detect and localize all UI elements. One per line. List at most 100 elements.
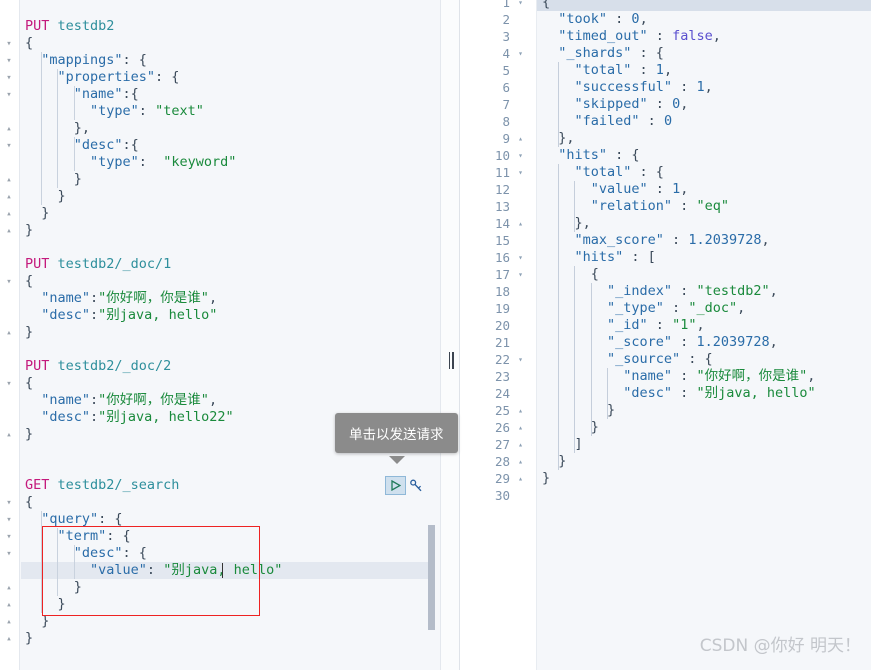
fold-open-icon[interactable]: ▾ — [515, 0, 526, 11]
request-code-line[interactable]: } — [25, 579, 82, 596]
request-code-line[interactable]: } — [25, 171, 82, 188]
response-code-line[interactable]: { — [542, 266, 599, 283]
response-code-line[interactable]: "name" : "你好啊，你是谁", — [542, 368, 815, 385]
fold-close-icon[interactable]: ▴ — [515, 419, 526, 436]
fold-close-icon[interactable]: ▴ — [3, 191, 15, 203]
request-editor-pane[interactable]: ▾ ▾ ▾ ▾ ▴ ▾ ▴ ▴ ▴ ▴ ▾ ▴ ▾ ▴ ▾ ▾ ▾ ▾ ▴ ▴ ▴ ▴ PUT testdb2{ "map… — [0, 0, 440, 670]
fold-close-icon[interactable]: ▴ — [3, 123, 15, 135]
request-code-line[interactable]: "desc":"别java, hello22" — [25, 409, 233, 426]
response-code-line[interactable]: "value" : 1, — [542, 181, 689, 198]
fold-open-icon[interactable]: ▾ — [3, 531, 15, 543]
fold-open-icon[interactable]: ▾ — [3, 89, 15, 101]
response-code-line[interactable]: { — [542, 0, 550, 11]
response-code-line[interactable]: "_source" : { — [542, 351, 713, 368]
request-code-line[interactable]: { — [25, 273, 33, 290]
request-code-line[interactable]: { — [25, 35, 33, 52]
fold-close-icon[interactable]: ▴ — [3, 225, 15, 237]
response-code-line[interactable]: "successful" : 1, — [542, 79, 713, 96]
fold-open-icon[interactable]: ▾ — [3, 378, 15, 390]
fold-close-icon[interactable]: ▴ — [3, 429, 15, 441]
response-code-area[interactable]: { "took" : 0, "timed_out" : false, "_sha… — [538, 0, 871, 670]
response-code-line[interactable]: }, — [542, 215, 591, 232]
fold-close-icon[interactable]: ▴ — [3, 327, 15, 339]
fold-open-icon[interactable]: ▾ — [3, 140, 15, 152]
response-code-line[interactable]: "timed_out" : false, — [542, 28, 721, 45]
request-editor-code-area[interactable]: PUT testdb2{ "mappings": { "properties":… — [21, 0, 430, 670]
request-settings-button[interactable] — [408, 477, 424, 495]
response-code-line[interactable]: "total" : 1, — [542, 62, 673, 79]
request-code-line[interactable]: PUT testdb2/_doc/1 — [25, 256, 171, 273]
response-code-line[interactable]: "_type" : "_doc", — [542, 300, 745, 317]
fold-open-icon[interactable]: ▾ — [3, 55, 15, 67]
response-code-line[interactable]: } — [542, 419, 599, 436]
request-code-line[interactable]: } — [25, 222, 33, 239]
request-code-line[interactable]: "term": { — [25, 528, 131, 545]
request-code-line[interactable]: "desc":{ — [25, 137, 139, 154]
response-code-line[interactable]: "took" : 0, — [542, 11, 647, 28]
request-code-line[interactable]: "mappings": { — [25, 52, 147, 69]
request-code-line[interactable]: } — [25, 426, 33, 443]
request-code-line[interactable]: "desc":"别java, hello" — [25, 307, 217, 324]
request-editor-scrollbar-thumb[interactable] — [428, 525, 435, 630]
request-code-line[interactable]: "name":{ — [25, 86, 139, 103]
response-code-line[interactable]: "hits" : { — [542, 147, 639, 164]
fold-open-icon[interactable]: ▾ — [3, 548, 15, 560]
fold-close-icon[interactable]: ▴ — [515, 453, 526, 470]
fold-close-icon[interactable]: ▴ — [3, 174, 15, 186]
fold-open-icon[interactable]: ▾ — [3, 72, 15, 84]
request-editor-scrollbar[interactable] — [428, 470, 437, 670]
fold-open-icon[interactable]: ▾ — [3, 38, 15, 50]
response-code-line[interactable]: "_shards" : { — [542, 45, 664, 62]
request-code-line[interactable]: "query": { — [25, 511, 122, 528]
send-request-button[interactable] — [385, 476, 406, 495]
fold-close-icon[interactable]: ▴ — [515, 130, 526, 147]
pane-splitter[interactable] — [440, 0, 460, 670]
request-code-line[interactable]: { — [25, 375, 33, 392]
request-code-line[interactable]: } — [25, 596, 66, 613]
request-code-line[interactable]: PUT testdb2/_doc/2 — [25, 358, 171, 375]
splitter-grip-icon[interactable] — [448, 352, 454, 369]
response-code-line[interactable]: }, — [542, 130, 574, 147]
fold-open-icon[interactable]: ▾ — [3, 276, 15, 288]
request-code-line[interactable]: } — [25, 613, 49, 630]
response-code-line[interactable]: "relation" : "eq" — [542, 198, 729, 215]
request-code-line[interactable]: "value": "别java, hello" — [25, 562, 282, 579]
response-code-line[interactable]: "max_score" : 1.2039728, — [542, 232, 770, 249]
response-viewer-pane[interactable]: 1 ▾ 2 3 4 ▾ 5 6 7 8 9 ▴ 10 ▾ 11 ▾ 12 13 14 ▴ 15 16 ▾ 17 ▾ 18 19 20 2… — [461, 0, 871, 670]
request-code-line[interactable]: "type": "text" — [25, 103, 204, 120]
request-code-line[interactable]: "desc": { — [25, 545, 147, 562]
request-code-line[interactable]: }, — [25, 120, 90, 137]
request-code-line[interactable]: } — [25, 630, 33, 647]
fold-open-icon[interactable]: ▾ — [515, 249, 526, 266]
response-code-line[interactable]: "skipped" : 0, — [542, 96, 689, 113]
fold-close-icon[interactable]: ▴ — [515, 402, 526, 419]
fold-close-icon[interactable]: ▴ — [3, 616, 15, 628]
response-code-line[interactable]: } — [542, 402, 615, 419]
response-line-number-gutter[interactable]: 1 ▾ 2 3 4 ▾ 5 6 7 8 9 ▴ 10 ▾ 11 ▾ 12 13 14 ▴ 15 16 ▾ 17 ▾ 18 19 20 2… — [461, 0, 537, 670]
request-action-icons[interactable] — [385, 476, 424, 495]
fold-open-icon[interactable]: ▾ — [3, 497, 15, 509]
request-code-line[interactable]: { — [25, 494, 33, 511]
fold-close-icon[interactable]: ▴ — [515, 215, 526, 232]
request-code-line[interactable]: GET testdb2/_search — [25, 477, 179, 494]
fold-close-icon[interactable]: ▴ — [515, 470, 526, 487]
request-code-line[interactable]: } — [25, 205, 49, 222]
fold-open-icon[interactable]: ▾ — [515, 164, 526, 181]
fold-close-icon[interactable]: ▴ — [3, 582, 15, 594]
request-code-line[interactable]: } — [25, 188, 66, 205]
request-editor-gutter[interactable]: ▾ ▾ ▾ ▾ ▴ ▾ ▴ ▴ ▴ ▴ ▾ ▴ ▾ ▴ ▾ ▾ ▾ ▾ ▴ ▴ ▴ ▴ — [0, 0, 20, 670]
response-code-line[interactable]: } — [542, 470, 550, 487]
request-code-line[interactable]: } — [25, 324, 33, 341]
fold-close-icon[interactable]: ▴ — [515, 436, 526, 453]
response-code-line[interactable]: "_index" : "testdb2", — [542, 283, 778, 300]
fold-close-icon[interactable]: ▴ — [3, 208, 15, 220]
fold-close-icon[interactable]: ▴ — [3, 599, 15, 611]
request-code-line[interactable]: "name":"你好啊，你是谁", — [25, 290, 217, 307]
fold-open-icon[interactable]: ▾ — [515, 147, 526, 164]
response-code-line[interactable]: "total" : { — [542, 164, 664, 181]
response-code-line[interactable]: ] — [542, 436, 583, 453]
request-code-line[interactable]: "name":"你好啊，你是谁", — [25, 392, 217, 409]
fold-open-icon[interactable]: ▾ — [515, 266, 526, 283]
response-code-line[interactable]: "hits" : [ — [542, 249, 656, 266]
fold-close-icon[interactable]: ▴ — [3, 633, 15, 645]
